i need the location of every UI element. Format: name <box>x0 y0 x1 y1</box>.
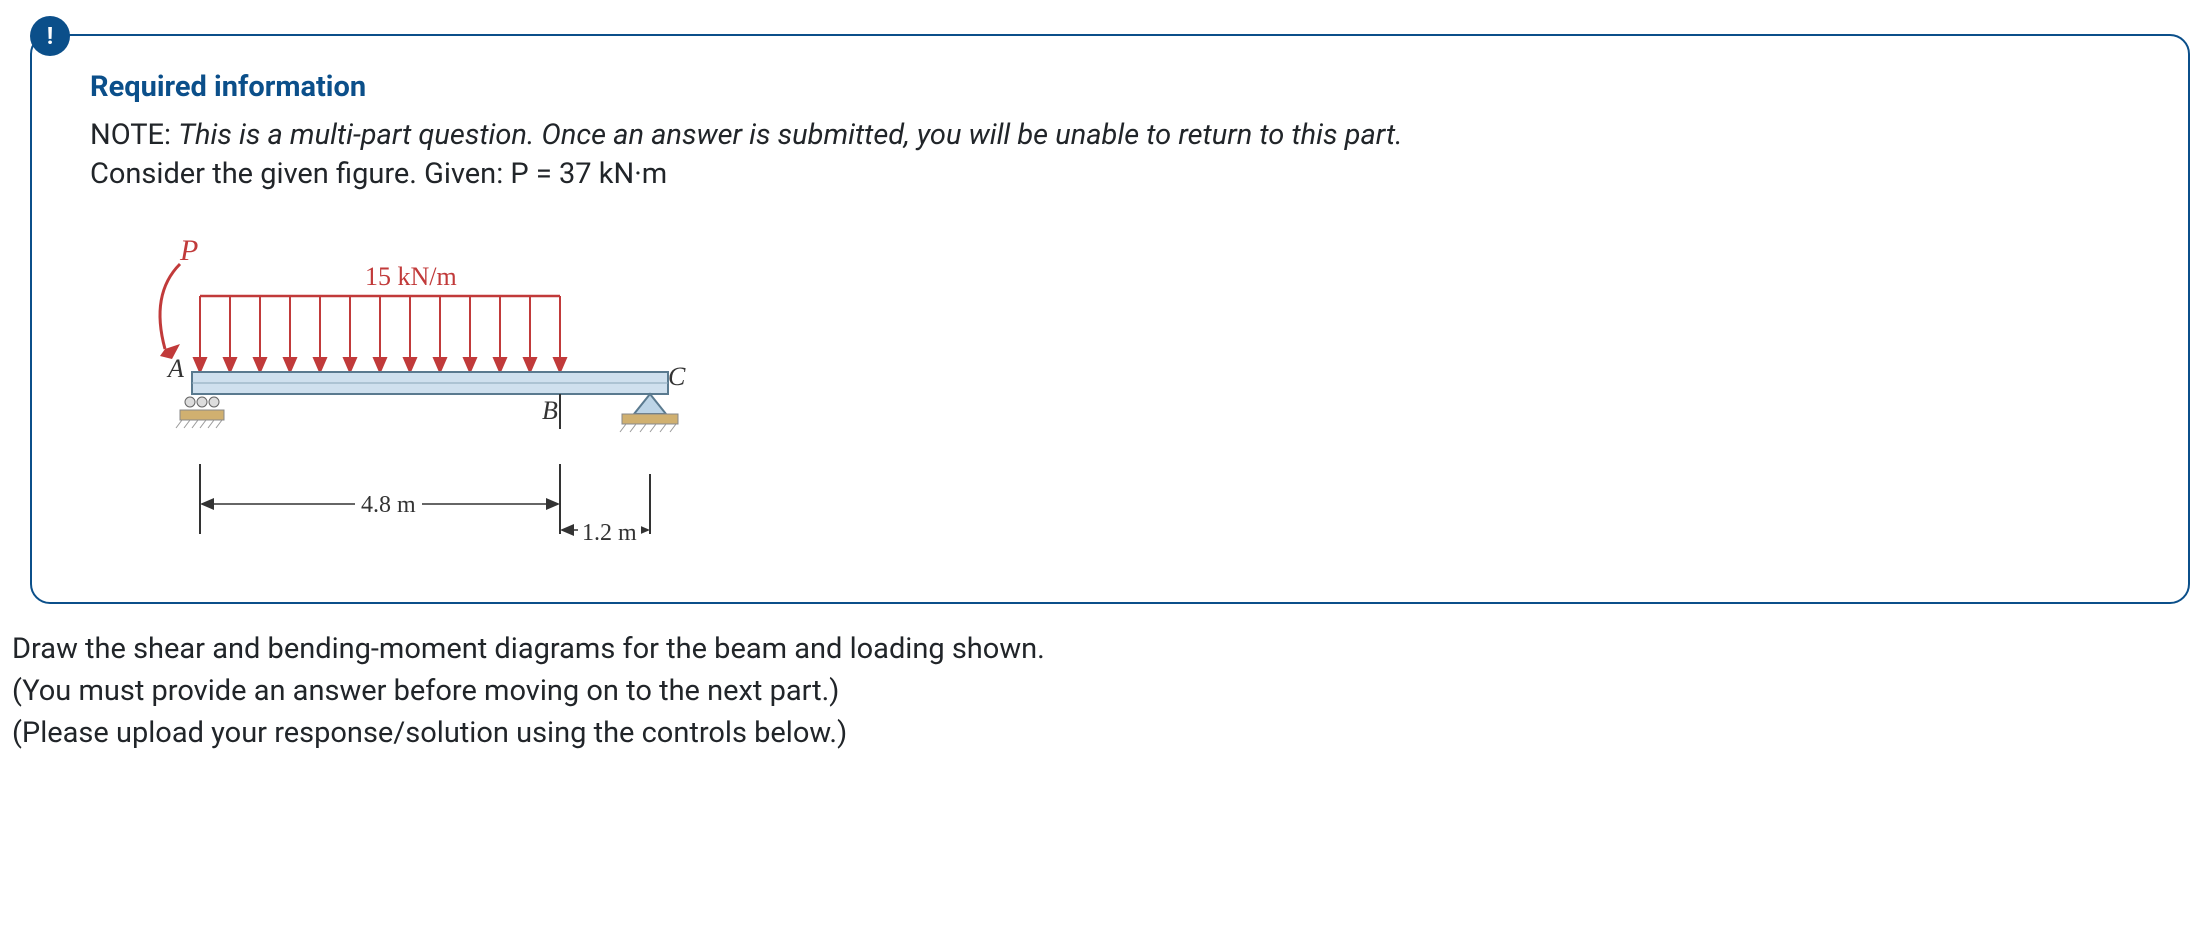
label-distributed-load: 15 kN/m <box>365 262 457 292</box>
required-info-title: Required information <box>90 70 2130 104</box>
instruction-line-3: (Please upload your response/solution us… <box>12 712 2190 754</box>
label-b: B <box>542 396 558 426</box>
label-a: A <box>168 354 184 384</box>
beam-figure: P 15 kN/m A B C 4.8 m 1.2 m <box>110 234 730 574</box>
label-p: P <box>180 234 198 268</box>
dimension-bc: 1.2 m <box>578 520 641 547</box>
exclamation-icon: ! <box>30 16 70 56</box>
instruction-line-1: Draw the shear and bending-moment diagra… <box>12 628 2190 670</box>
dimension-ab: 4.8 m <box>355 492 422 519</box>
required-info-box: ! Required information NOTE: This is a m… <box>30 34 2190 604</box>
instruction-line-2: (You must provide an answer before movin… <box>12 670 2190 712</box>
note-line-2: Consider the given figure. Given: P = 37… <box>90 155 2130 194</box>
support-a-icon <box>176 397 224 428</box>
support-c-icon <box>620 394 678 432</box>
note-line-1: NOTE: This is a multi-part question. Onc… <box>90 116 2130 155</box>
note-prefix: NOTE: <box>90 118 178 152</box>
note-italic: This is a multi-part question. Once an a… <box>178 118 1402 152</box>
label-c: C <box>668 362 685 392</box>
